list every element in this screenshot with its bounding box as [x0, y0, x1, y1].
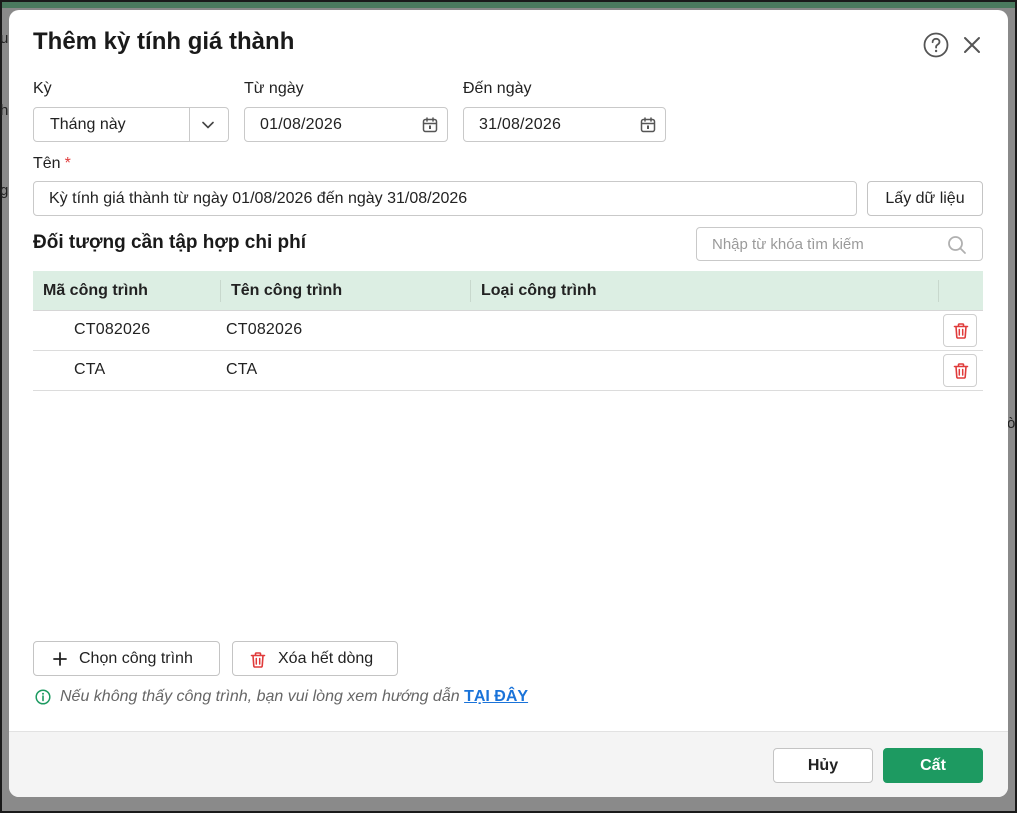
dialog-title: Thêm kỳ tính giá thành [33, 28, 295, 55]
background-text-fragment: g [0, 182, 9, 199]
background-text-fragment: h [0, 102, 9, 119]
delete-row-button[interactable] [943, 354, 977, 387]
background-text-fragment: ò [1007, 415, 1016, 432]
column-separator[interactable] [220, 280, 221, 302]
column-separator [938, 280, 939, 302]
calendar-icon[interactable] [639, 116, 657, 134]
trash-icon [250, 652, 266, 668]
period-select-value: Tháng này [50, 116, 126, 133]
trash-icon [953, 363, 969, 379]
to-date-label: Đến ngày [463, 80, 532, 97]
clear-all-rows-button[interactable]: Xóa hết dòng [232, 641, 398, 676]
from-date-label: Từ ngày [244, 80, 304, 97]
fetch-data-button[interactable]: Lấy dữ liệu [867, 181, 983, 216]
table-row[interactable]: CT082026 CT082026 [33, 311, 983, 351]
calendar-icon[interactable] [421, 116, 439, 134]
table-header: Mã công trình Tên công trình Loại công t… [33, 271, 983, 311]
column-separator[interactable] [470, 280, 471, 302]
select-divider [189, 108, 190, 141]
column-header-type[interactable]: Loại công trình [481, 282, 597, 300]
cancel-button[interactable]: Hủy [773, 748, 873, 783]
period-select[interactable]: Tháng này [33, 107, 229, 142]
info-icon [35, 689, 51, 705]
close-icon[interactable] [962, 35, 982, 55]
guide-link[interactable]: TẠI ĐÂY [464, 688, 528, 705]
plus-icon [53, 652, 67, 666]
name-label: Tên * [33, 155, 71, 172]
choose-project-label: Chọn công trình [79, 650, 193, 667]
backdrop-topbar [2, 2, 1015, 8]
cell-code: CT082026 [74, 321, 151, 338]
save-button[interactable]: Cất [883, 748, 983, 783]
help-icon[interactable] [923, 32, 949, 58]
column-header-name[interactable]: Tên công trình [231, 282, 342, 300]
to-date-value: 31/08/2026 [479, 116, 562, 133]
choose-project-button[interactable]: Chọn công trình [33, 641, 220, 676]
section-title: Đối tượng cần tập hợp chi phí [33, 232, 306, 253]
background-text-fragment: u [0, 30, 9, 47]
trash-icon [953, 323, 969, 339]
column-header-code[interactable]: Mã công trình [43, 282, 148, 300]
cell-name: CTA [226, 361, 258, 378]
period-label: Kỳ [33, 80, 52, 97]
search-input[interactable] [698, 229, 938, 259]
cell-code: CTA [74, 361, 106, 378]
dialog-footer: Hủy Cất [9, 731, 1008, 797]
from-date-input[interactable]: 01/08/2026 [244, 107, 448, 142]
search-icon[interactable] [947, 235, 967, 255]
add-cost-period-dialog: Thêm kỳ tính giá thành Kỳ Tháng này Từ n… [9, 10, 1008, 797]
delete-row-button[interactable] [943, 314, 977, 347]
search-box [696, 227, 983, 261]
cell-name: CT082026 [226, 321, 303, 338]
table-row[interactable]: CTA CTA [33, 351, 983, 391]
from-date-value: 01/08/2026 [260, 116, 343, 133]
cost-objects-table: Mã công trình Tên công trình Loại công t… [33, 271, 983, 391]
required-mark: * [64, 155, 71, 172]
hint-text: Nếu không thấy công trình, bạn vui lòng … [60, 688, 529, 705]
to-date-input[interactable]: 31/08/2026 [463, 107, 666, 142]
name-input[interactable] [33, 181, 857, 216]
clear-all-rows-label: Xóa hết dòng [278, 650, 374, 667]
chevron-down-icon[interactable] [200, 117, 216, 133]
